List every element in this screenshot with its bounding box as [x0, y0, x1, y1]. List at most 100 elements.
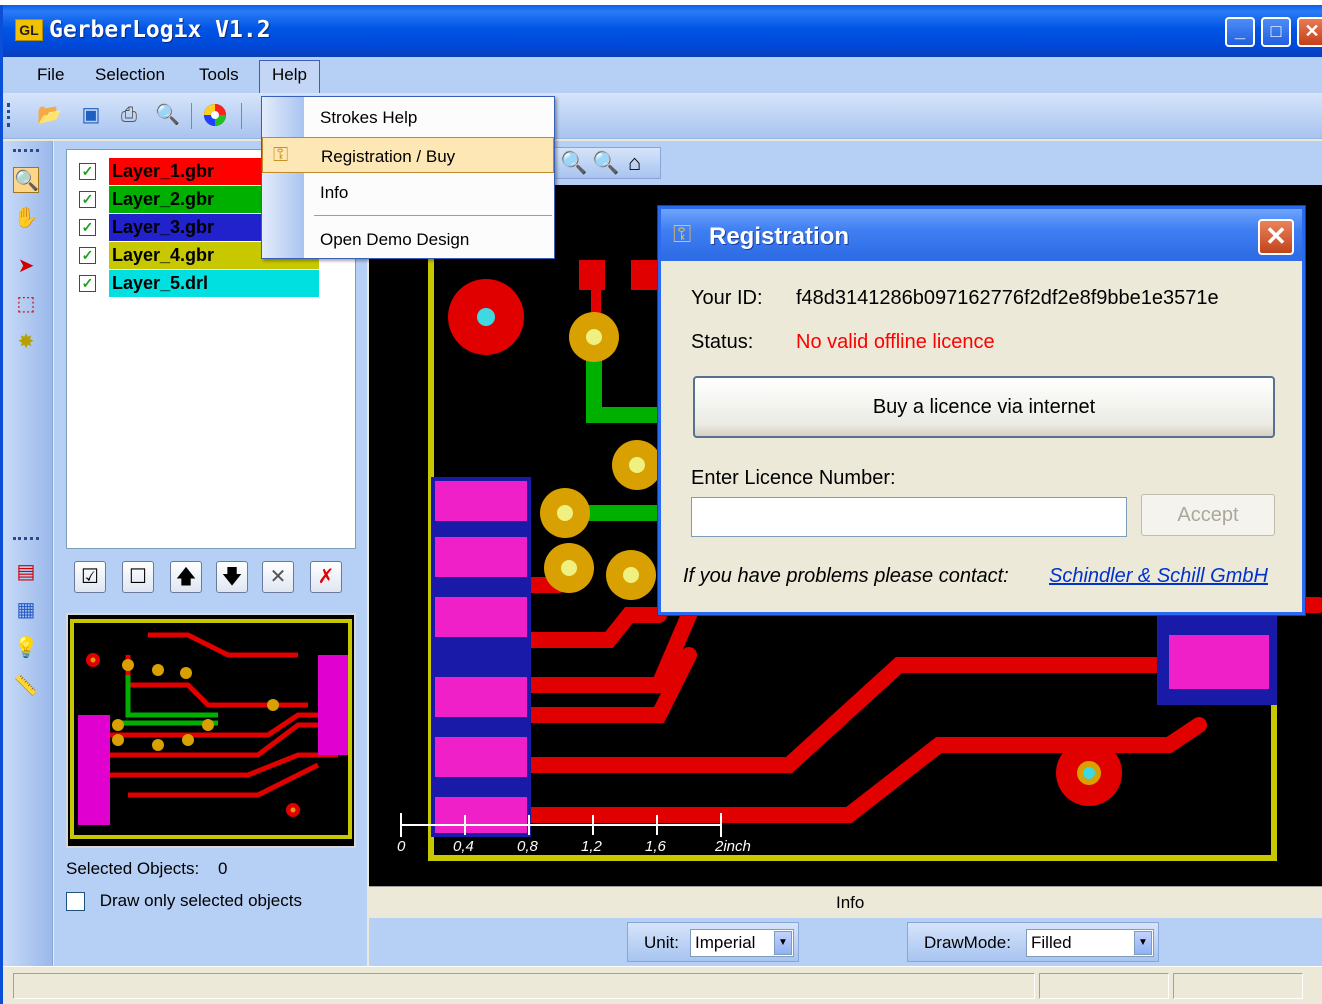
- layer-buttons: ☑ ☐ 🡅 🡇 ✕ ✗: [74, 561, 364, 597]
- layer-name[interactable]: Layer_5.drl: [109, 270, 319, 297]
- maximize-button[interactable]: □: [1261, 17, 1291, 47]
- zoom-out-icon[interactable]: 🔍: [592, 150, 619, 176]
- layer-panel: ✓ Layer_1.gbr ✓ Layer_2.gbr ✓ Layer_3.gb…: [54, 141, 367, 966]
- chevron-down-icon[interactable]: ▼: [774, 931, 792, 955]
- scale-label: 2inch: [715, 838, 751, 855]
- drawmode-label: DrawMode:: [924, 933, 1011, 952]
- menu-item-registration-buy[interactable]: ⚿ Registration / Buy: [262, 137, 554, 173]
- window-title: GerberLogix V1.2: [49, 17, 271, 43]
- print-icon[interactable]: ⎙: [117, 103, 141, 127]
- select-box-icon[interactable]: ⬚: [13, 291, 39, 317]
- status-value: No valid offline licence: [796, 331, 995, 353]
- layer-visible-checkbox[interactable]: ✓: [79, 219, 96, 236]
- draw-only-selected-checkbox[interactable]: Draw only selected objects: [66, 891, 302, 912]
- menu-item-strokes-help[interactable]: Strokes Help: [262, 99, 554, 135]
- minimize-button[interactable]: _: [1225, 17, 1255, 47]
- menu-file[interactable]: File: [37, 65, 64, 85]
- menu-item-open-demo-design[interactable]: Open Demo Design: [262, 221, 554, 257]
- app-window: GL GerberLogix V1.2 _ □ ✕ File Selection…: [0, 5, 1322, 1004]
- menu-item-label: Open Demo Design: [320, 230, 470, 249]
- draw-only-checkbox-box[interactable]: [66, 892, 85, 912]
- drawmode-value: Filled: [1031, 933, 1072, 952]
- move-up-button[interactable]: 🡅: [170, 561, 202, 593]
- unit-select[interactable]: Imperial ▼: [690, 929, 794, 957]
- select-arrow-icon[interactable]: ➤: [13, 253, 39, 279]
- title-bar[interactable]: GL GerberLogix V1.2 _ □ ✕: [3, 5, 1322, 57]
- toolstrip-grip[interactable]: [13, 149, 39, 153]
- toolbar-grip[interactable]: [7, 103, 11, 127]
- unit-value: Imperial: [695, 933, 756, 952]
- accept-button[interactable]: Accept: [1141, 494, 1275, 536]
- move-down-button[interactable]: 🡇: [216, 561, 248, 593]
- scale-label: 0: [397, 838, 406, 855]
- main-toolbar: 📂 ▣ ⎙ 🔍: [3, 93, 1322, 139]
- status-cell: [1039, 973, 1169, 999]
- help-menu-dropdown: Strokes Help ⚿ Registration / Buy Info O…: [261, 96, 555, 259]
- measure-icon[interactable]: 📏: [13, 673, 39, 699]
- scale-label: 1,2: [581, 838, 602, 855]
- dialog-close-button[interactable]: ✕: [1258, 219, 1294, 255]
- remove-all-layers-button[interactable]: ✗: [310, 561, 342, 593]
- chevron-down-icon[interactable]: ▼: [1134, 931, 1152, 955]
- menu-help[interactable]: Help: [259, 60, 320, 93]
- layer-visible-checkbox[interactable]: ✓: [79, 275, 96, 292]
- unit-group: Unit: Imperial ▼: [627, 922, 799, 962]
- toolstrip-grip-2[interactable]: [13, 537, 39, 541]
- uncheck-all-button[interactable]: ☐: [122, 561, 154, 593]
- toolbar-separator: [191, 103, 192, 129]
- menu-item-label: Registration / Buy: [321, 147, 456, 166]
- layer-visible-checkbox[interactable]: ✓: [79, 191, 96, 208]
- selected-objects: Selected Objects: 0: [66, 859, 227, 879]
- buy-licence-button[interactable]: Buy a licence via internet: [693, 376, 1275, 438]
- contact-text: If you have problems please contact:: [683, 565, 1009, 587]
- scale-label: 1,6: [645, 838, 666, 855]
- menu-item-label: Info: [320, 183, 349, 202]
- properties-icon[interactable]: ▦: [13, 597, 39, 623]
- color-wheel-icon[interactable]: [203, 103, 227, 127]
- menu-tools[interactable]: Tools: [199, 65, 239, 85]
- net-select-icon[interactable]: ✸: [13, 329, 39, 355]
- select-object-icon[interactable]: ▤: [13, 559, 39, 585]
- registration-dialog: ⚿ Registration ✕ Your ID: f48d3141286b09…: [658, 206, 1305, 615]
- lightbulb-icon[interactable]: 💡: [13, 635, 39, 661]
- contact-link[interactable]: Schindler & Schill GmbH: [1049, 565, 1268, 588]
- key-icon: ⚿: [673, 221, 692, 248]
- close-window-button[interactable]: ✕: [1297, 17, 1322, 47]
- drawmode-select[interactable]: Filled ▼: [1026, 929, 1154, 957]
- dialog-title-bar[interactable]: ⚿ Registration ✕: [661, 209, 1302, 261]
- selected-objects-count: 0: [217, 859, 228, 878]
- board-preview[interactable]: [66, 613, 356, 848]
- key-icon: ⚿: [273, 144, 289, 166]
- app-logo-icon: GL: [15, 19, 43, 41]
- print-preview-icon[interactable]: 🔍: [155, 103, 180, 127]
- licence-number-input[interactable]: [691, 497, 1127, 537]
- vertical-toolstrip: 🔍 ✋ ➤ ⬚ ✸ ▤ ▦ 💡 📏: [3, 141, 53, 966]
- remove-layer-button[interactable]: ✕: [262, 561, 294, 593]
- dialog-title: Registration: [709, 223, 850, 250]
- pan-hand-icon[interactable]: ✋: [13, 205, 39, 231]
- zoom-toolbar: 🔍 🔍 ⌂: [551, 147, 661, 179]
- menu-selection[interactable]: Selection: [95, 65, 165, 85]
- scale-label: 0,4: [453, 838, 474, 855]
- unit-label: Unit:: [644, 933, 679, 952]
- status-bar: [3, 966, 1322, 1004]
- info-label: Info: [836, 893, 865, 912]
- zoom-in-icon[interactable]: 🔍: [560, 150, 587, 176]
- selected-objects-label: Selected Objects:: [66, 859, 200, 878]
- scale-label: 0,8: [517, 838, 538, 855]
- layer-visible-checkbox[interactable]: ✓: [79, 247, 96, 264]
- layer-visible-checkbox[interactable]: ✓: [79, 163, 96, 180]
- options-bar: Unit: Imperial ▼ DrawMode: Filled ▼: [369, 918, 1322, 966]
- check-all-button[interactable]: ☑: [74, 561, 106, 593]
- status-cell: [1173, 973, 1303, 999]
- id-label: Your ID:: [691, 287, 763, 309]
- open-folder-icon[interactable]: 📂: [37, 103, 62, 127]
- layers-icon[interactable]: ▣: [79, 103, 103, 127]
- menu-item-info[interactable]: Info: [262, 174, 554, 210]
- status-label: Status:: [691, 331, 754, 353]
- draw-only-label: Draw only selected objects: [99, 891, 302, 910]
- toolbar-separator: [241, 103, 242, 129]
- zoom-window-icon[interactable]: 🔍: [13, 167, 39, 193]
- menu-item-label: Strokes Help: [320, 108, 418, 127]
- home-icon[interactable]: ⌂: [628, 150, 641, 176]
